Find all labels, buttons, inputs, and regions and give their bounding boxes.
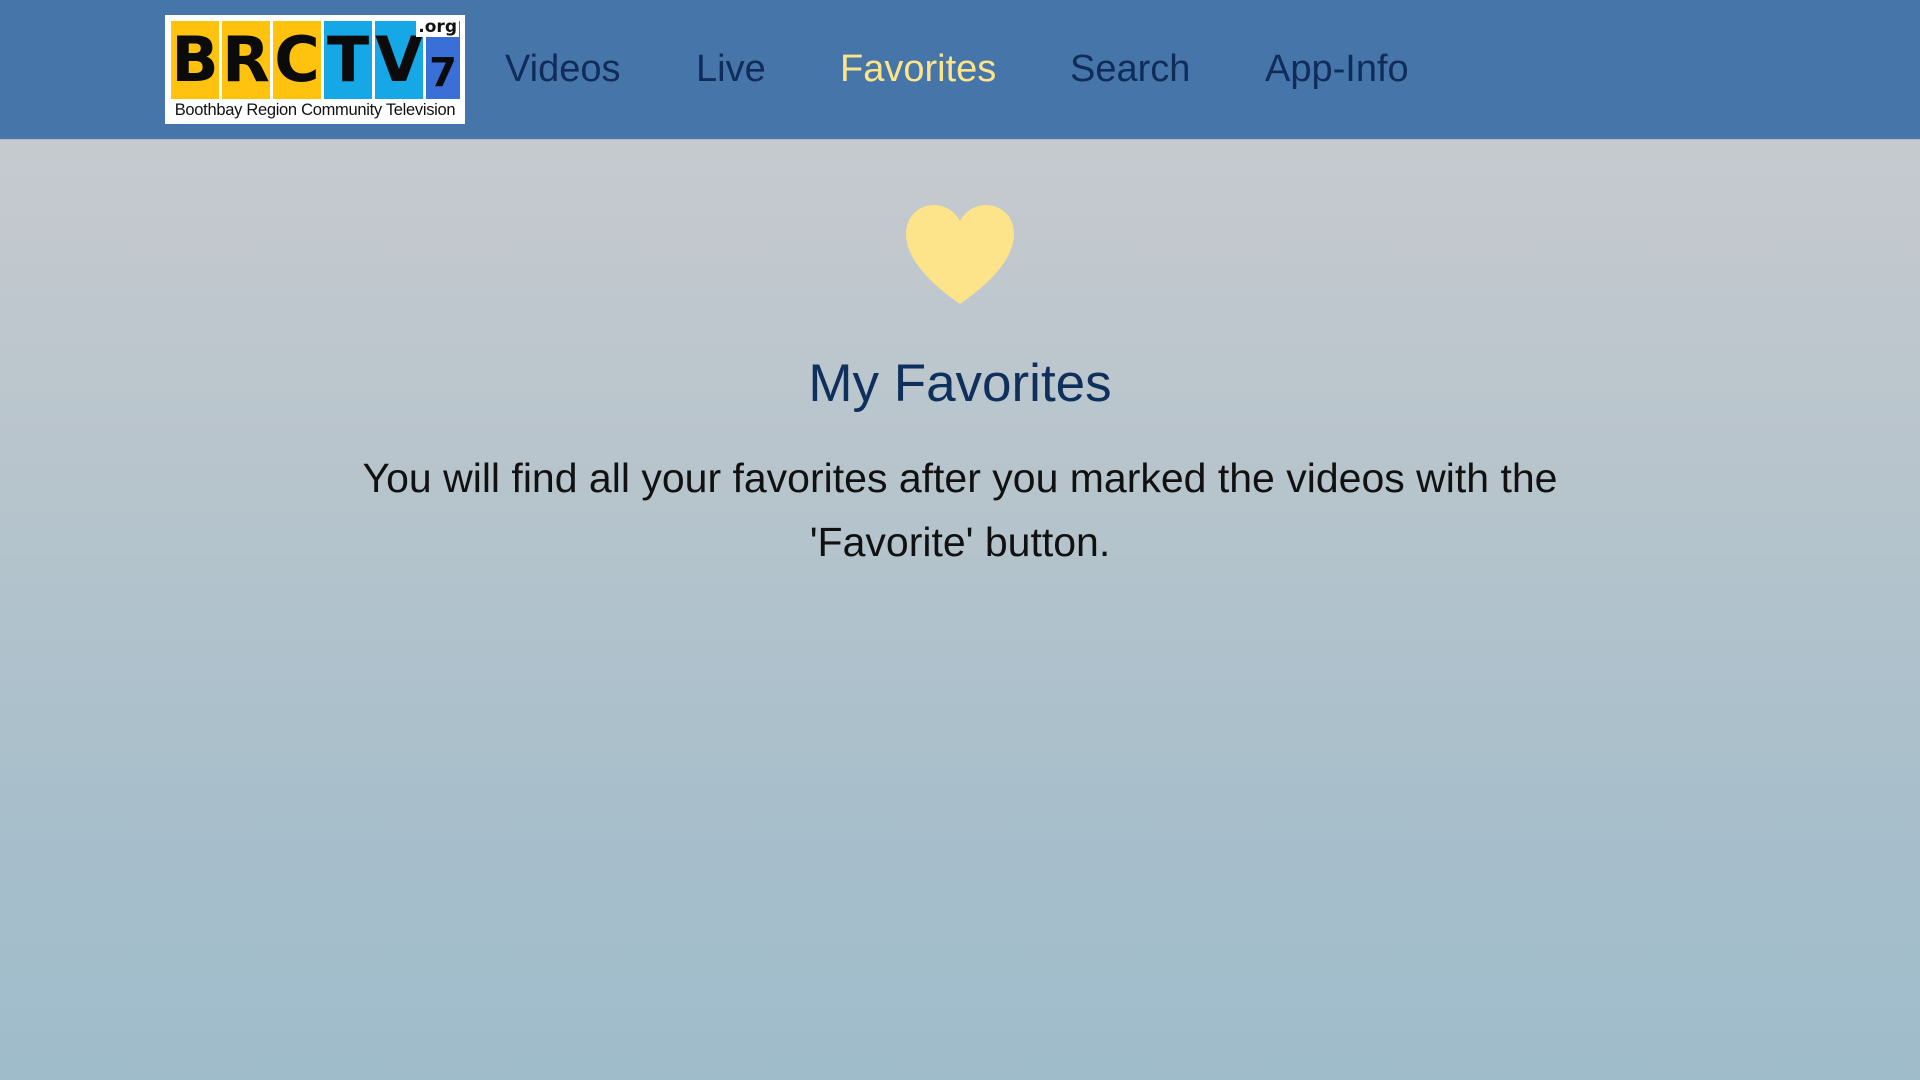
- empty-state-message: You will find all your favorites after y…: [362, 455, 1558, 565]
- logo-letter: R: [222, 21, 270, 99]
- logo-letter: C: [273, 21, 321, 99]
- logo-letter: T: [324, 21, 372, 99]
- nav-item-app-info[interactable]: App-Info: [1265, 46, 1409, 92]
- top-navigation-bar: B R C T V 7 .org Boothbay Region Communi…: [0, 0, 1920, 139]
- nav-item-favorites[interactable]: Favorites: [840, 46, 996, 92]
- nav-item-videos[interactable]: Videos: [505, 46, 621, 92]
- logo-letter: B: [171, 21, 219, 99]
- nav-item-live[interactable]: Live: [696, 46, 766, 92]
- heart-icon: [906, 205, 1014, 304]
- logo-tagline: Boothbay Region Community Television: [174, 101, 456, 119]
- nav-item-search[interactable]: Search: [1070, 46, 1190, 92]
- logo-domain-suffix: .org: [416, 17, 459, 37]
- brctv-logo: B R C T V 7 .org Boothbay Region Communi…: [165, 15, 465, 124]
- page-title: My Favorites: [808, 354, 1112, 413]
